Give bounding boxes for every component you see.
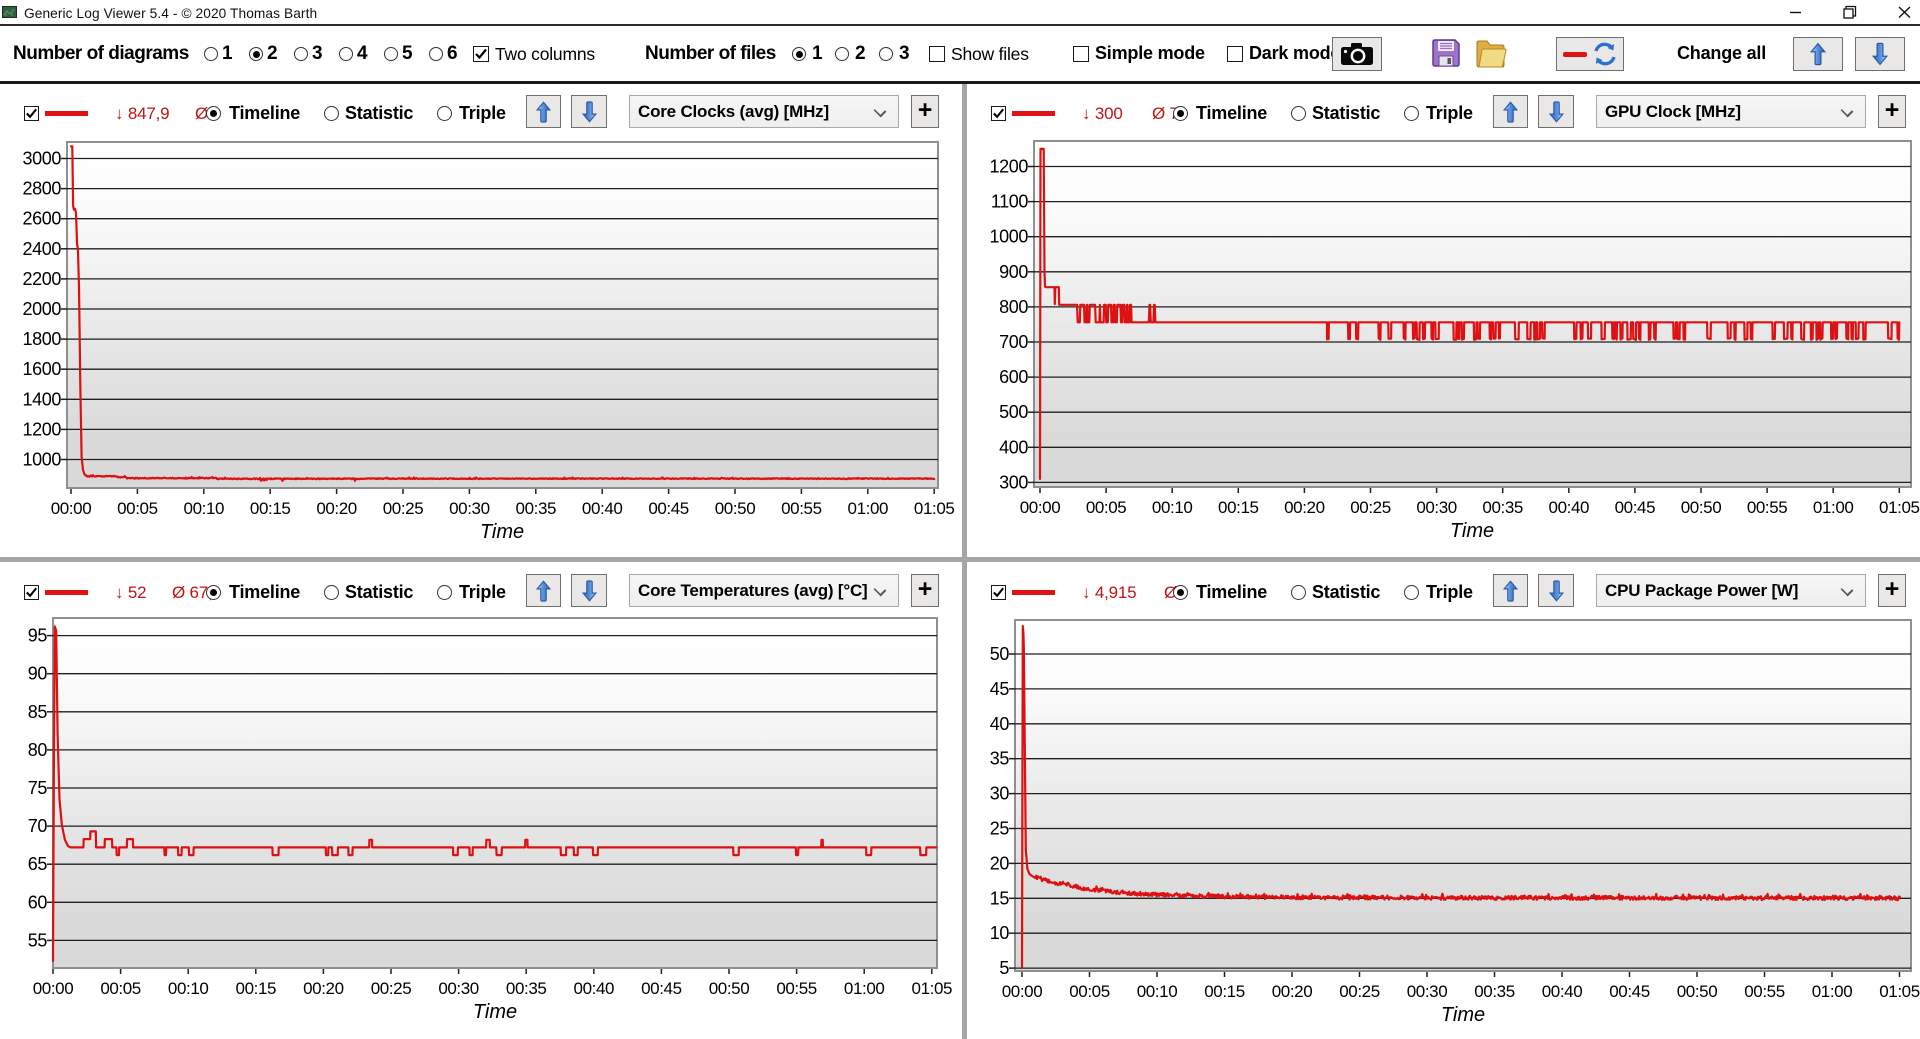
svg-text:45: 45	[990, 679, 1010, 699]
svg-text:00:00: 00:00	[1002, 982, 1043, 1001]
svg-text:00:25: 00:25	[1339, 982, 1380, 1001]
svg-text:00:40: 00:40	[1542, 982, 1583, 1001]
svg-text:01:00: 01:00	[1812, 982, 1853, 1001]
svg-text:35: 35	[990, 749, 1010, 769]
svg-text:50: 50	[990, 644, 1010, 664]
svg-text:00:35: 00:35	[1474, 982, 1515, 1001]
svg-text:10: 10	[990, 923, 1010, 943]
svg-text:00:20: 00:20	[1272, 982, 1313, 1001]
svg-text:25: 25	[990, 819, 1010, 839]
svg-text:00:30: 00:30	[1407, 982, 1448, 1001]
svg-text:15: 15	[990, 888, 1010, 908]
svg-text:20: 20	[990, 853, 1010, 873]
svg-text:00:10: 00:10	[1137, 982, 1178, 1001]
svg-text:00:45: 00:45	[1609, 982, 1650, 1001]
svg-text:30: 30	[990, 784, 1010, 804]
svg-text:00:15: 00:15	[1204, 982, 1245, 1001]
svg-text:00:55: 00:55	[1744, 982, 1785, 1001]
svg-text:5: 5	[999, 958, 1009, 978]
svg-text:Time: Time	[1441, 1004, 1485, 1026]
svg-text:01:05: 01:05	[1879, 982, 1920, 1001]
svg-text:00:05: 00:05	[1069, 982, 1110, 1001]
svg-text:00:50: 00:50	[1677, 982, 1718, 1001]
svg-text:40: 40	[990, 714, 1010, 734]
